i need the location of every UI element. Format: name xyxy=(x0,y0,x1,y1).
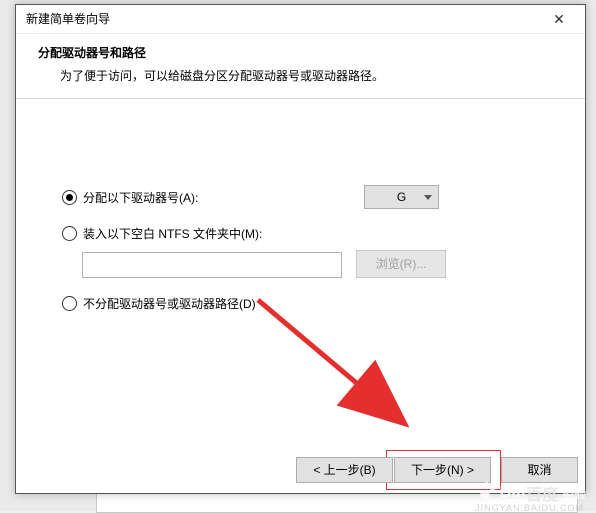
back-button-label: < 上一步(B) xyxy=(313,463,375,477)
browse-button: 浏览(R)... xyxy=(356,250,446,278)
close-icon: ✕ xyxy=(553,11,565,27)
cancel-button[interactable]: 取消 xyxy=(501,457,578,483)
cancel-button-label: 取消 xyxy=(527,463,551,477)
window-title: 新建简单卷向导 xyxy=(26,12,110,26)
radio-mount-folder[interactable] xyxy=(62,226,77,241)
option-mount-folder-label: 装入以下空白 NTFS 文件夹中(M): xyxy=(83,225,262,242)
option-assign-letter[interactable]: 分配以下驱动器号(A): xyxy=(62,189,198,206)
radio-assign-letter[interactable] xyxy=(62,190,77,205)
wizard-footer: < 上一步(B) 下一步(N) > 取消 xyxy=(16,447,585,493)
chevron-down-icon xyxy=(424,195,432,200)
next-button[interactable]: 下一步(N) > xyxy=(394,457,491,483)
titlebar: 新建简单卷向导 ✕ xyxy=(16,5,585,34)
wizard-header: 分配驱动器号和路径 为了便于访问，可以给磁盘分区分配驱动器号或驱动器路径。 xyxy=(16,34,585,99)
radio-no-assign[interactable] xyxy=(62,296,77,311)
page-subtitle: 为了便于访问，可以给磁盘分区分配驱动器号或驱动器路径。 xyxy=(38,67,563,84)
option-no-assign[interactable]: 不分配驱动器号或驱动器路径(D) xyxy=(62,295,256,312)
browse-button-label: 浏览(R)... xyxy=(376,257,427,271)
wizard-dialog: 新建简单卷向导 ✕ 分配驱动器号和路径 为了便于访问，可以给磁盘分区分配驱动器号… xyxy=(15,4,586,494)
next-button-label: 下一步(N) > xyxy=(411,463,474,477)
option-mount-folder[interactable]: 装入以下空白 NTFS 文件夹中(M): xyxy=(62,225,262,242)
drive-letter-select[interactable]: G xyxy=(364,185,439,209)
option-no-assign-label: 不分配驱动器号或驱动器路径(D) xyxy=(83,295,256,312)
back-button[interactable]: < 上一步(B) xyxy=(296,457,393,483)
close-button[interactable]: ✕ xyxy=(539,5,579,33)
content-area: 分配以下驱动器号(A): G 装入以下空白 NTFS 文件夹中(M): 浏览(R… xyxy=(16,99,585,429)
drive-letter-value: G xyxy=(397,190,406,204)
mount-path-input xyxy=(82,252,342,278)
page-title: 分配驱动器号和路径 xyxy=(38,44,563,61)
option-assign-letter-label: 分配以下驱动器号(A): xyxy=(83,189,198,206)
